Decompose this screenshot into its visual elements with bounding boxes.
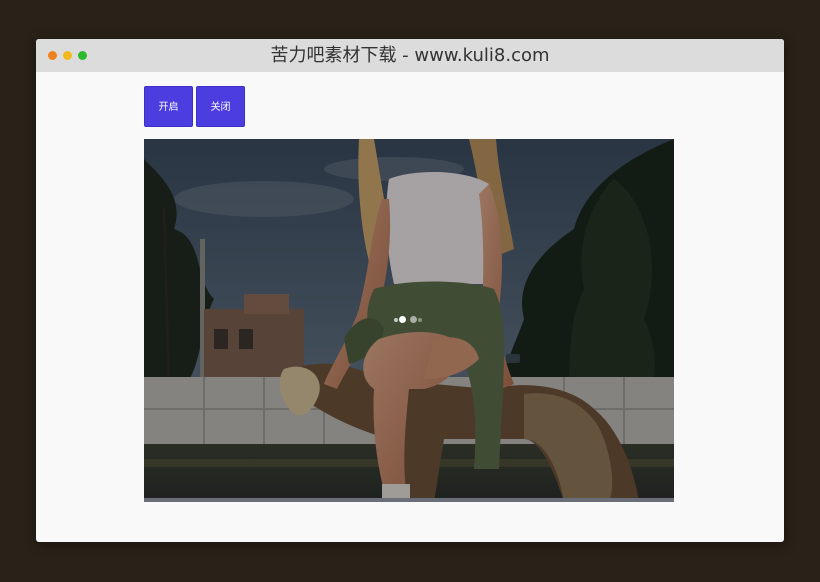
title-bar: 苦力吧素材下载 - www.kuli8.com [36, 39, 784, 72]
window-title: 苦力吧素材下载 - www.kuli8.com [270, 45, 550, 66]
photo-viewer [144, 139, 674, 502]
open-button[interactable]: 开启 [144, 86, 193, 127]
image-progress-bar [144, 498, 674, 502]
browser-window: 苦力吧素材下载 - www.kuli8.com 开启 关闭 [36, 39, 784, 542]
close-button[interactable]: 关闭 [196, 86, 245, 127]
dots-spinner-icon [394, 315, 424, 325]
